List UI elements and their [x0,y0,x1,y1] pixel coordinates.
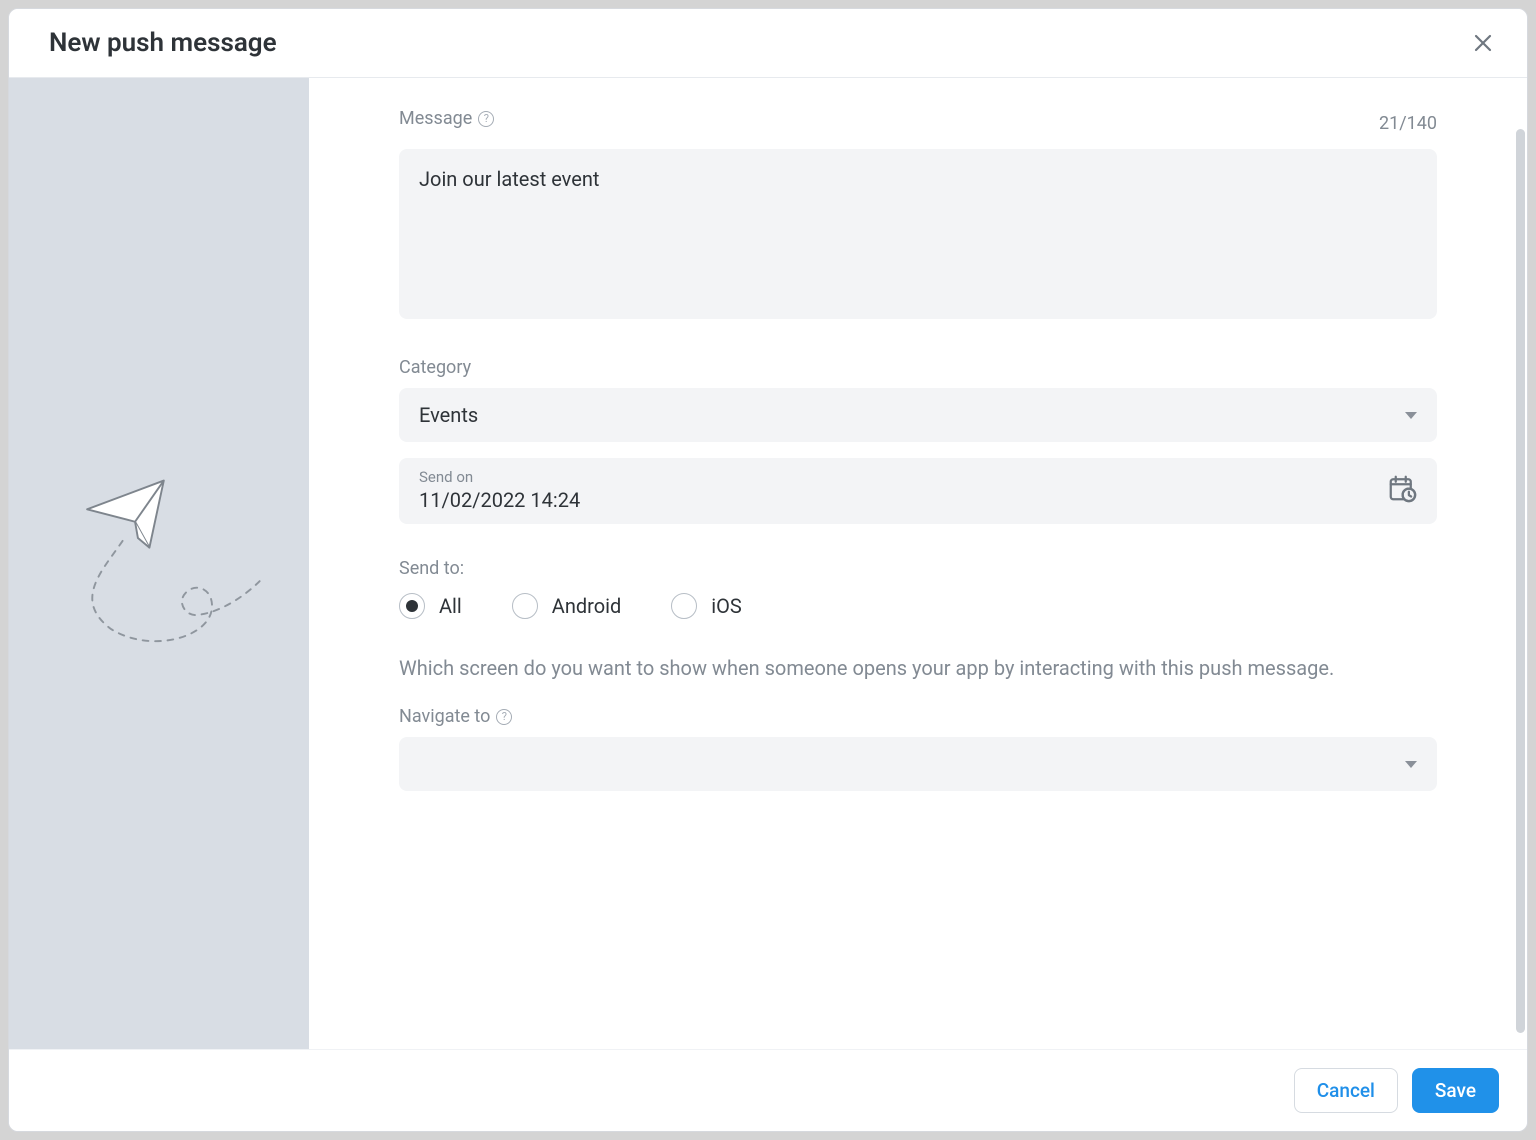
send-on-input[interactable]: Send on 11/02/2022 14:24 [399,458,1437,524]
category-value: Events [419,403,478,427]
paper-plane-icon [44,447,274,681]
calendar-clock-icon [1387,473,1417,507]
dialog-sidebar [9,78,309,1049]
dialog-footer: Cancel Save [9,1049,1527,1131]
radio-label: All [439,594,462,618]
navigate-section: Navigate to ? [399,706,1437,791]
dialog-content: Message ? 21/140 Category Events [309,78,1527,1049]
modal-backdrop: New push message [0,0,1536,1140]
radio-android[interactable]: Android [512,593,622,619]
radio-indicator [399,593,425,619]
navigate-label: Navigate to ? [399,706,1437,727]
dialog-body: Message ? 21/140 Category Events [9,78,1527,1049]
send-to-radio-group: All Android iOS [399,593,1437,619]
radio-indicator [671,593,697,619]
radio-all[interactable]: All [399,593,462,619]
send-on-section: Send on 11/02/2022 14:24 [399,458,1437,524]
help-icon[interactable]: ? [496,709,512,725]
dialog-title: New push message [49,28,277,58]
message-textarea[interactable] [399,149,1437,319]
send-to-section: Send to: All Android iOS [399,558,1437,619]
message-section: Message ? 21/140 [399,108,1437,323]
message-label-text: Message [399,108,472,129]
radio-indicator [512,593,538,619]
new-push-message-dialog: New push message [8,8,1528,1132]
radio-label: iOS [711,594,742,618]
send-on-label: Send on [419,468,580,486]
scrollbar[interactable] [1516,129,1525,1033]
cancel-button[interactable]: Cancel [1294,1068,1398,1113]
chevron-down-icon [1405,412,1417,419]
navigate-label-text: Navigate to [399,706,490,727]
send-on-value: 11/02/2022 14:24 [419,488,580,512]
message-label: Message ? [399,108,494,129]
radio-label: Android [552,594,622,618]
dialog-header: New push message [9,9,1527,78]
chevron-down-icon [1405,761,1417,768]
radio-ios[interactable]: iOS [671,593,742,619]
message-char-count: 21/140 [1379,113,1437,134]
category-section: Category Events [399,357,1437,442]
navigate-select[interactable] [399,737,1437,791]
send-to-label: Send to: [399,558,1437,579]
category-label: Category [399,357,1437,378]
close-button[interactable] [1467,27,1499,59]
category-select[interactable]: Events [399,388,1437,442]
save-button[interactable]: Save [1412,1068,1499,1113]
help-icon[interactable]: ? [478,111,494,127]
navigate-description: Which screen do you want to show when so… [399,653,1437,684]
